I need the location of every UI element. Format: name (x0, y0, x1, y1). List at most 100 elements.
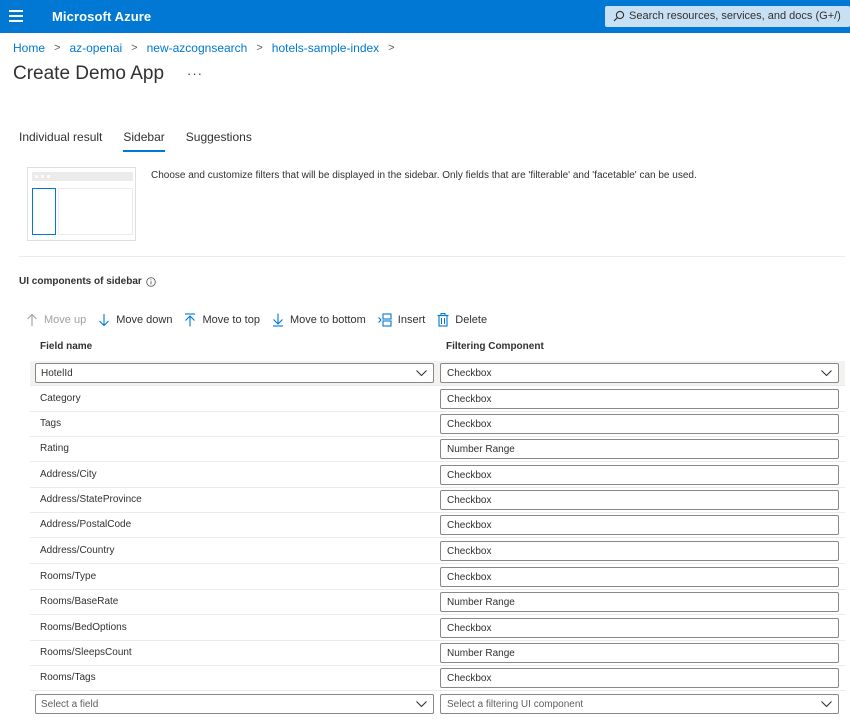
component-dropdown[interactable]: Checkbox (440, 414, 839, 434)
sidebar-description: Choose and customize filters that will b… (151, 170, 697, 181)
info-icon[interactable] (146, 276, 156, 287)
chevron-down-icon (821, 370, 832, 377)
field-dropdown[interactable]: HotelId (35, 363, 434, 383)
arrow-to-top-icon (185, 313, 196, 327)
component-value: Number Range (447, 597, 515, 608)
component-dropdown[interactable]: Checkbox (440, 541, 839, 561)
component-dropdown[interactable]: Number Range (440, 592, 839, 612)
trash-icon (437, 313, 449, 327)
component-dropdown[interactable]: Checkbox (440, 515, 839, 535)
insert-row-icon (377, 313, 392, 327)
component-dropdown[interactable]: Checkbox (440, 567, 839, 587)
menu-icon[interactable] (9, 10, 23, 22)
arrow-down-icon (99, 314, 110, 327)
table-row[interactable]: Rooms/Tags Checkbox (30, 666, 845, 691)
breadcrumb: Home > az-openai > new-azcognsearch > ho… (13, 41, 404, 55)
table-row[interactable]: Address/Country Checkbox (30, 539, 845, 564)
tab-bar: Individual result Sidebar Suggestions (19, 130, 273, 152)
field-name-cell: Address/PostalCode (40, 519, 132, 530)
component-dropdown[interactable]: Number Range (440, 643, 839, 663)
field-value: HotelId (41, 368, 73, 379)
table-row[interactable]: Rating Number Range (30, 437, 845, 462)
table-row[interactable]: Category Checkbox (30, 387, 845, 412)
select-field-placeholder: Select a field (41, 699, 99, 710)
field-name-cell: Rating (40, 443, 69, 454)
header-field-name: Field name (40, 341, 93, 352)
tab-individual-result[interactable]: Individual result (19, 130, 102, 152)
field-name-cell: Address/Country (40, 545, 115, 556)
component-dropdown[interactable]: Number Range (440, 439, 839, 459)
component-value: Checkbox (447, 520, 492, 531)
move-down-button[interactable]: Move down (98, 313, 172, 327)
illustration-dot (35, 175, 38, 178)
component-value: Checkbox (447, 419, 492, 430)
chevron-right-icon: > (54, 42, 61, 54)
chevron-down-icon (821, 701, 832, 708)
illustration-dot (47, 175, 50, 178)
illustration-main (58, 188, 133, 235)
component-dropdown[interactable]: Checkbox (440, 389, 839, 409)
field-name-cell: Rooms/BaseRate (40, 596, 119, 607)
component-value: Number Range (447, 648, 515, 659)
component-dropdown[interactable]: Checkbox (440, 363, 839, 383)
section-title-text: UI components of sidebar (19, 276, 142, 287)
illustration-sidebar (32, 188, 56, 235)
search-input[interactable]: Search resources, services, and docs (G+… (605, 6, 850, 27)
component-dropdown[interactable]: Checkbox (440, 490, 839, 510)
delete-button[interactable]: Delete (437, 313, 487, 327)
table-row[interactable]: Rooms/Type Checkbox (30, 565, 845, 590)
sidebar-illustration (27, 167, 136, 241)
table-row[interactable]: Rooms/BedOptions Checkbox (30, 616, 845, 641)
tab-suggestions[interactable]: Suggestions (186, 130, 252, 152)
table-row[interactable]: Address/City Checkbox (30, 463, 845, 488)
search-icon (613, 10, 625, 22)
select-component-dropdown[interactable]: Select a filtering UI component (440, 694, 839, 714)
component-value: Checkbox (447, 546, 492, 557)
component-value: Checkbox (447, 623, 492, 634)
chevron-down-icon (416, 370, 427, 377)
field-name-cell: Address/City (40, 469, 97, 480)
table-row[interactable]: Rooms/SleepsCount Number Range (30, 641, 845, 666)
component-value: Checkbox (447, 673, 492, 684)
brand-title[interactable]: Microsoft Azure (52, 9, 151, 24)
field-name-cell: Address/StateProvince (40, 494, 142, 505)
field-name-cell: Category (40, 393, 81, 404)
illustration-header (32, 172, 133, 181)
move-down-label: Move down (116, 314, 173, 326)
move-up-button[interactable]: Move up (26, 313, 86, 327)
table-row[interactable]: Address/PostalCode Checkbox (30, 513, 845, 538)
insert-button[interactable]: Insert (377, 313, 425, 327)
component-value: Checkbox (447, 470, 492, 481)
field-name-cell: Rooms/Tags (40, 672, 96, 683)
move-to-bottom-button[interactable]: Move to bottom (272, 313, 366, 327)
breadcrumb-search-service[interactable]: new-azcognsearch (147, 41, 248, 55)
component-dropdown[interactable]: Checkbox (440, 618, 839, 638)
component-dropdown[interactable]: Checkbox (440, 465, 839, 485)
component-value: Checkbox (447, 495, 492, 506)
header-filtering-component: Filtering Component (446, 341, 544, 352)
select-field-dropdown[interactable]: Select a field (35, 694, 434, 714)
search-placeholder: Search resources, services, and docs (G+… (629, 10, 841, 22)
move-up-label: Move up (44, 314, 87, 326)
move-to-top-button[interactable]: Move to top (184, 313, 260, 327)
breadcrumb-index[interactable]: hotels-sample-index (272, 41, 379, 55)
top-bar: Microsoft Azure Search resources, servic… (0, 0, 850, 33)
new-row: Select a field Select a filtering UI com… (30, 692, 845, 717)
tab-sidebar[interactable]: Sidebar (123, 130, 165, 152)
component-value: Number Range (447, 444, 515, 455)
breadcrumb-az-openai[interactable]: az-openai (69, 41, 122, 55)
section-title: UI components of sidebar (19, 276, 156, 287)
breadcrumb-home[interactable]: Home (13, 41, 45, 55)
component-dropdown[interactable]: Checkbox (440, 668, 839, 688)
table-row[interactable]: Tags Checkbox (30, 412, 845, 437)
table-row[interactable]: Address/StateProvince Checkbox (30, 488, 845, 513)
table-row[interactable]: Rooms/BaseRate Number Range (30, 590, 845, 615)
move-to-top-label: Move to top (202, 314, 260, 326)
sidebar-toolbar: Move up Move down Move to top Move to bo… (26, 311, 499, 329)
field-name-cell: Tags (40, 418, 62, 429)
delete-label: Delete (455, 314, 488, 326)
field-name-cell: Rooms/SleepsCount (40, 647, 132, 658)
table-row-selected[interactable]: HotelId Checkbox (30, 361, 845, 386)
more-options-button[interactable]: ··· (187, 66, 203, 81)
component-value: Checkbox (447, 368, 492, 379)
